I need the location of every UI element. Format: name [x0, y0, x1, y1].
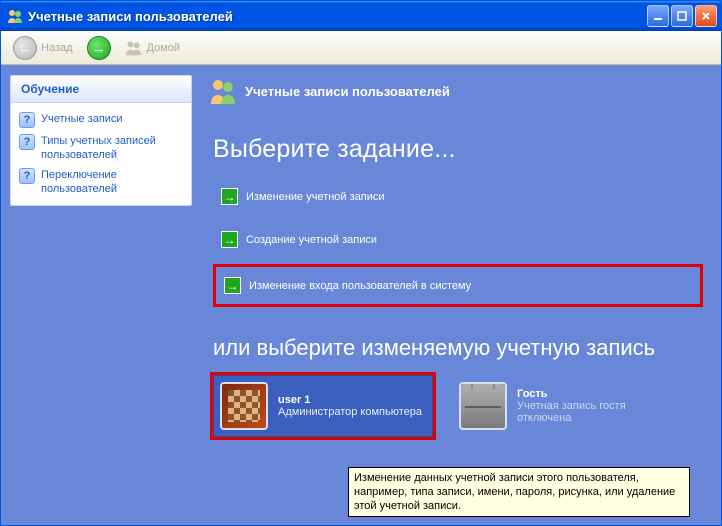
- task-create-account[interactable]: → Создание учетной записи: [213, 225, 703, 254]
- sidebar-item-label: Типы учетных записей пользователей: [41, 134, 183, 162]
- account-name: Гость: [517, 388, 663, 400]
- forward-button[interactable]: →: [83, 34, 115, 62]
- sidebar-item-switch-users[interactable]: ? Переключение пользователей: [19, 165, 183, 199]
- task-label: Изменение учетной записи: [246, 191, 385, 203]
- task-change-account[interactable]: → Изменение учетной записи: [213, 182, 703, 211]
- sidebar-item-account-types[interactable]: ? Типы учетных записей пользователей: [19, 131, 183, 165]
- maximize-button[interactable]: [671, 5, 693, 27]
- account-picture: [220, 382, 268, 430]
- sidebar-item-label: Учетные записи: [41, 112, 123, 126]
- close-button[interactable]: [695, 5, 717, 27]
- task-label: Создание учетной записи: [246, 234, 377, 246]
- arrow-right-icon: →: [224, 277, 241, 294]
- window-title: Учетные записи пользователей: [28, 9, 647, 24]
- accounts-row: user 1 Администратор компьютера Гость Уч…: [213, 375, 703, 437]
- forward-arrow-icon: →: [87, 36, 111, 60]
- arrow-right-icon: →: [221, 188, 238, 205]
- window: Учетные записи пользователей ← Назад → Д…: [0, 0, 722, 526]
- home-icon: [125, 39, 143, 57]
- sidebar-item-label: Переключение пользователей: [41, 168, 183, 196]
- sidebar-body: ? Учетные записи ? Типы учетных записей …: [11, 103, 191, 205]
- main-content: Учетные записи пользователей Выберите за…: [201, 65, 721, 525]
- sidebar-header: Обучение: [11, 76, 191, 103]
- suitcase-icon: [461, 384, 505, 428]
- heading-choose-task: Выберите задание...: [213, 135, 703, 164]
- help-icon: ?: [19, 168, 35, 184]
- window-buttons: [647, 5, 717, 27]
- home-button[interactable]: Домой: [121, 37, 185, 59]
- chess-icon: [222, 384, 266, 428]
- page-title: Учетные записи пользователей: [245, 84, 450, 99]
- users-icon: [209, 77, 237, 105]
- back-button[interactable]: ← Назад: [9, 34, 77, 62]
- account-role: Администратор компьютера: [278, 406, 422, 418]
- account-role: Учетная запись гостя отключена: [517, 400, 663, 424]
- account-name: user 1: [278, 394, 422, 406]
- task-change-logon[interactable]: → Изменение входа пользователей в систем…: [213, 264, 703, 307]
- sidebar-item-accounts[interactable]: ? Учетные записи: [19, 109, 183, 131]
- home-label: Домой: [147, 42, 181, 54]
- sidebar-box: Обучение ? Учетные записи ? Типы учетных…: [10, 75, 192, 206]
- sidebar: Обучение ? Учетные записи ? Типы учетных…: [1, 65, 201, 525]
- help-icon: ?: [19, 134, 35, 150]
- back-arrow-icon: ←: [13, 36, 37, 60]
- account-user1[interactable]: user 1 Администратор компьютера: [213, 375, 433, 437]
- body: Обучение ? Учетные записи ? Типы учетных…: [1, 65, 721, 525]
- page-header: Учетные записи пользователей: [209, 77, 703, 105]
- tooltip: Изменение данных учетной записи этого по…: [348, 467, 690, 517]
- account-guest[interactable]: Гость Учетная запись гостя отключена: [453, 375, 673, 437]
- task-label: Изменение входа пользователей в систему: [249, 280, 471, 292]
- task-list: → Изменение учетной записи → Создание уч…: [213, 182, 703, 317]
- toolbar: ← Назад → Домой: [1, 31, 721, 65]
- account-meta: Гость Учетная запись гостя отключена: [517, 388, 663, 424]
- account-meta: user 1 Администратор компьютера: [278, 394, 422, 418]
- titlebar: Учетные записи пользователей: [1, 1, 721, 31]
- heading-choose-account: или выберите изменяемую учетную запись: [213, 335, 703, 361]
- back-label: Назад: [41, 42, 73, 54]
- help-icon: ?: [19, 112, 35, 128]
- users-app-icon: [7, 8, 23, 24]
- account-picture: [459, 382, 507, 430]
- arrow-right-icon: →: [221, 231, 238, 248]
- minimize-button[interactable]: [647, 5, 669, 27]
